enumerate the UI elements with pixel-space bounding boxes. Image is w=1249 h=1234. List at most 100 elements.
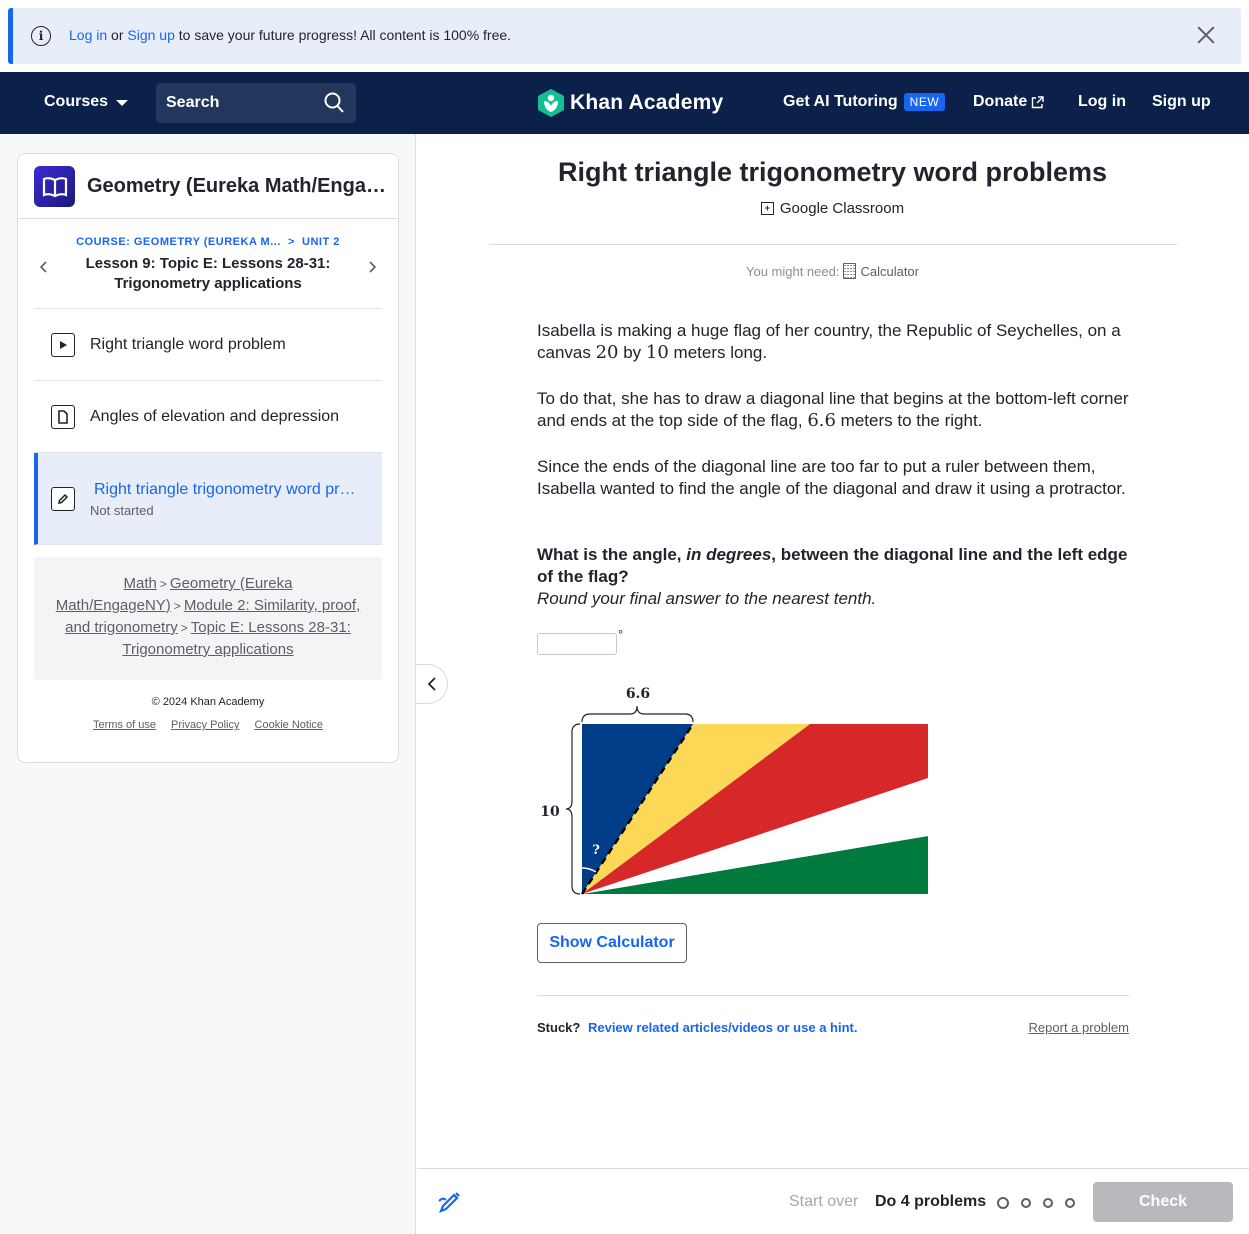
course-title[interactable]: Geometry (Eureka Math/EngageNY) xyxy=(87,175,390,198)
chevron-right-icon[interactable] xyxy=(364,259,380,275)
top-nav: Courses Search Khan Academy Get AI Tutor… xyxy=(0,72,1249,134)
problem-paragraph-1: Isabella is making a huge flag of her co… xyxy=(537,320,1129,364)
sidebar-item-article[interactable]: Angles of elevation and depression xyxy=(34,381,382,453)
signup-link[interactable]: Sign up xyxy=(1152,93,1211,111)
collapse-sidebar-button[interactable] xyxy=(416,664,448,704)
p1-number-20: 20 xyxy=(595,342,619,363)
problem-paragraph-2: To do that, she has to draw a diagonal l… xyxy=(537,388,1129,432)
banner-text: Log in or Sign up to save your future pr… xyxy=(69,27,511,43)
google-classroom-label: Google Classroom xyxy=(779,200,905,217)
crumb-separator: > xyxy=(159,577,167,591)
page-title: Right triangle trigonometry word problem… xyxy=(557,157,1108,187)
stuck-help: Stuck? Review related articles/videos or… xyxy=(537,1020,857,1035)
p2-number: 6.6 xyxy=(807,410,836,431)
sidebar-item-exercise[interactable]: Right triangle trigonometry word problem… xyxy=(34,453,382,545)
banner-signup-link[interactable]: Sign up xyxy=(127,27,174,43)
answer-input[interactable] xyxy=(537,633,617,655)
check-button[interactable]: Check xyxy=(1093,1182,1233,1222)
exercise-footer: Start over Do 4 problems Check xyxy=(417,1168,1249,1234)
chevron-down-icon xyxy=(116,100,129,106)
login-link[interactable]: Log in xyxy=(1078,93,1126,111)
status-text: Not started xyxy=(90,503,154,518)
show-calculator-button[interactable]: Show Calculator xyxy=(537,923,687,963)
chevron-left-icon xyxy=(427,677,436,691)
terms-link[interactable]: Terms of use xyxy=(93,719,156,731)
sidebar-item-label: Angles of elevation and depression xyxy=(90,408,340,425)
progress-dot xyxy=(1043,1198,1053,1208)
progress-dots xyxy=(997,1197,1075,1209)
new-badge: NEW xyxy=(903,93,946,111)
you-might-need-label: You might need: xyxy=(745,263,840,279)
p1-text-c: meters long. xyxy=(668,343,768,362)
angle-label: ? xyxy=(592,843,600,858)
crumb-math[interactable]: Math xyxy=(124,575,157,592)
question: What is the angle, in degrees, between t… xyxy=(537,544,1129,588)
lesson-navigator: COURSE: GEOMETRY (EUREKA M... > UNIT 2 L… xyxy=(34,234,382,309)
google-classroom-icon: + xyxy=(760,202,774,215)
degree-symbol: ° xyxy=(618,627,624,642)
search-icon[interactable] xyxy=(324,92,344,114)
ai-tutoring-label: Get AI Tutoring xyxy=(783,93,898,110)
start-over-button[interactable]: Start over xyxy=(789,1193,858,1211)
progress-dot xyxy=(1065,1198,1075,1208)
banner-message: to save your future progress! All conten… xyxy=(178,27,512,43)
google-classroom-button[interactable]: + Google Classroom xyxy=(416,200,1249,217)
left-brace xyxy=(565,723,581,895)
donate-link[interactable]: Donate xyxy=(973,93,1044,111)
ai-tutoring-link[interactable]: Get AI Tutoring NEW xyxy=(783,93,946,111)
donate-label: Donate xyxy=(973,93,1028,110)
top-brace xyxy=(581,705,694,723)
progress-dot xyxy=(997,1197,1009,1209)
khan-academy-logo[interactable]: Khan Academy xyxy=(538,89,723,117)
progress-dot xyxy=(1021,1198,1031,1208)
khan-leaf-icon xyxy=(538,89,564,117)
breadcrumb: Math > Geometry (Eureka Math/EngageNY) > Mod… xyxy=(34,557,382,680)
banner-login-link[interactable]: Log in xyxy=(69,27,107,43)
seychelles-flag-figure: 6.6 10 ? xyxy=(540,686,928,895)
sidebar-item-label: Right triangle trigonometry word problem… xyxy=(94,481,364,498)
article-icon xyxy=(51,405,75,429)
breadcrumb-course[interactable]: COURSE: GEOMETRY (EUREKA M... xyxy=(76,236,281,248)
pencil-icon xyxy=(51,487,75,511)
close-icon[interactable] xyxy=(1195,24,1217,46)
tools-needed: You might need: Calculator xyxy=(416,263,1249,279)
banner-or: or xyxy=(111,27,124,43)
p2-text-b: meters to the right. xyxy=(835,411,983,430)
divider xyxy=(489,244,1177,245)
courses-menu-button[interactable]: Courses xyxy=(44,93,129,111)
course-breadcrumb: COURSE: GEOMETRY (EUREKA M... > UNIT 2 xyxy=(34,236,382,248)
top-label: 6.6 xyxy=(626,686,650,702)
cookie-link[interactable]: Cookie Notice xyxy=(255,719,323,731)
chevron-left-icon[interactable] xyxy=(36,259,52,275)
play-icon xyxy=(51,333,75,357)
calculator-icon xyxy=(843,263,857,279)
book-icon xyxy=(34,166,75,207)
scratchpad-icon[interactable] xyxy=(437,1189,463,1215)
left-label: 10 xyxy=(540,804,560,820)
problem-count: Do 4 problems xyxy=(875,1193,987,1210)
copyright: © 2024 Khan Academy xyxy=(151,696,265,708)
problem-paragraph-3: Since the ends of the diagonal line are … xyxy=(537,457,1126,498)
question-text-a: What is the angle, xyxy=(537,545,687,564)
hint-link[interactable]: Review related articles/videos or use a … xyxy=(588,1020,858,1035)
sidebar-item-video[interactable]: Right triangle word problem xyxy=(34,309,382,381)
breadcrumb-separator: > xyxy=(284,236,299,248)
search-input[interactable]: Search xyxy=(156,83,356,123)
search-label: Search xyxy=(166,94,220,111)
breadcrumb-unit[interactable]: UNIT 2 xyxy=(302,236,340,248)
sidebar-item-label: Right triangle word problem xyxy=(90,336,286,353)
privacy-link[interactable]: Privacy Policy xyxy=(171,719,239,731)
report-problem-link[interactable]: Report a problem xyxy=(1029,1020,1129,1035)
stuck-label: Stuck? xyxy=(537,1020,581,1035)
footer-links: Terms of use Privacy Policy Cookie Notic… xyxy=(18,719,398,731)
divider xyxy=(537,995,1129,996)
course-card: Geometry (Eureka Math/EngageNY) COURSE: … xyxy=(17,153,399,763)
calculator-label: Calculator xyxy=(860,263,919,279)
info-icon: i xyxy=(31,26,51,46)
rounding-instruction: Round your final answer to the nearest t… xyxy=(537,589,877,608)
p1-text-b: by xyxy=(618,343,646,362)
question-emphasis: in degrees xyxy=(686,545,772,564)
courses-label: Courses xyxy=(44,93,109,110)
logo-text: Khan Academy xyxy=(570,91,724,114)
crumb-separator: > xyxy=(173,599,181,613)
